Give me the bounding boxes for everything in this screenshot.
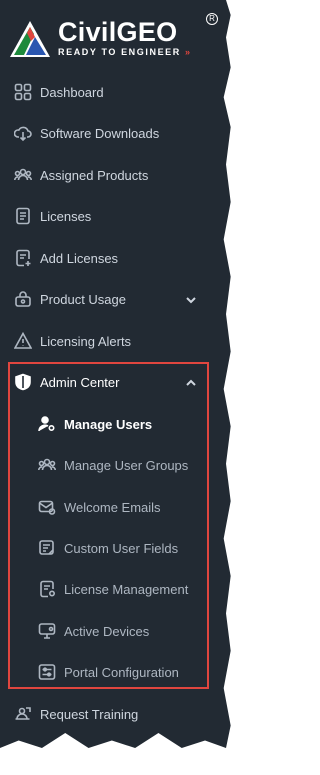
chevron-down-icon[interactable] — [185, 293, 197, 305]
alert-icon — [13, 331, 33, 350]
nav-label: Portal Configuration — [64, 664, 179, 680]
nav-dashboard[interactable]: Dashboard — [14, 81, 104, 103]
product-usage-icon — [14, 290, 32, 308]
nav-admin-center[interactable]: Admin Center — [14, 371, 119, 393]
nav-software-downloads[interactable]: Software Downloads — [13, 122, 160, 144]
tagline-text: READY TO ENGINEER — [58, 47, 181, 57]
users-icon — [37, 456, 57, 474]
nav-assigned-products[interactable]: Assigned Products — [13, 164, 149, 186]
logo-tagline: READY TO ENGINEER » — [58, 47, 192, 57]
nav-manage-users[interactable]: Manage Users — [38, 413, 152, 435]
nav-label: Licenses — [40, 208, 92, 224]
email-icon — [38, 498, 56, 516]
nav-label: Software Downloads — [40, 125, 160, 141]
nav-label: Dashboard — [40, 84, 104, 100]
nav-product-usage[interactable]: Product Usage — [14, 288, 126, 310]
users-icon — [13, 166, 33, 184]
shield-icon — [14, 373, 32, 391]
nav-welcome-emails[interactable]: Welcome Emails — [38, 496, 161, 518]
chevron-up-icon[interactable] — [185, 376, 197, 388]
cloud-download-icon — [13, 124, 32, 142]
user-gear-icon — [38, 415, 56, 433]
nav-license-management[interactable]: License Management — [38, 578, 188, 600]
logo-mark-icon — [10, 21, 50, 57]
device-icon — [38, 622, 56, 640]
dashboard-icon — [14, 83, 32, 101]
nav-label: Licensing Alerts — [40, 333, 132, 349]
nav-portal-configuration[interactable]: Portal Configuration — [38, 661, 179, 683]
nav-label: Request Training — [40, 706, 139, 722]
nav-request-training[interactable]: Request Training — [14, 703, 138, 725]
nav-label: Welcome Emails — [64, 499, 161, 515]
nav-label: Admin Center — [40, 374, 120, 390]
nav-manage-user-groups[interactable]: Manage User Groups — [37, 454, 189, 476]
civilgeo-logo[interactable]: CivilGEO R READY TO ENGINEER » — [10, 11, 220, 61]
nav-licensing-alerts[interactable]: Licensing Alerts — [13, 330, 132, 352]
sidebar: CivilGEO R READY TO ENGINEER » Dashboard… — [0, 0, 231, 748]
registered-mark: R — [206, 13, 218, 25]
tagline-arrows: » — [185, 47, 192, 57]
config-icon — [38, 663, 56, 681]
training-icon — [14, 705, 32, 723]
nav-label: Active Devices — [64, 623, 150, 639]
custom-fields-icon — [38, 539, 56, 557]
add-document-icon — [14, 249, 32, 267]
nav-label: Manage Users — [64, 416, 153, 432]
nav-label: Assigned Products — [40, 167, 149, 183]
nav-licenses[interactable]: Licenses — [14, 205, 91, 227]
nav-label: Manage User Groups — [64, 457, 189, 473]
nav-label: License Management — [64, 581, 189, 597]
logo-brand-text: CivilGEO — [58, 17, 178, 47]
nav-label: Custom User Fields — [64, 540, 179, 556]
document-icon — [14, 207, 32, 225]
nav-label: Add Licenses — [40, 250, 119, 266]
nav-custom-user-fields[interactable]: Custom User Fields — [38, 537, 178, 559]
nav-label: Product Usage — [40, 291, 126, 307]
license-icon — [38, 580, 56, 598]
nav-add-licenses[interactable]: Add Licenses — [14, 247, 118, 269]
nav-active-devices[interactable]: Active Devices — [38, 620, 149, 642]
